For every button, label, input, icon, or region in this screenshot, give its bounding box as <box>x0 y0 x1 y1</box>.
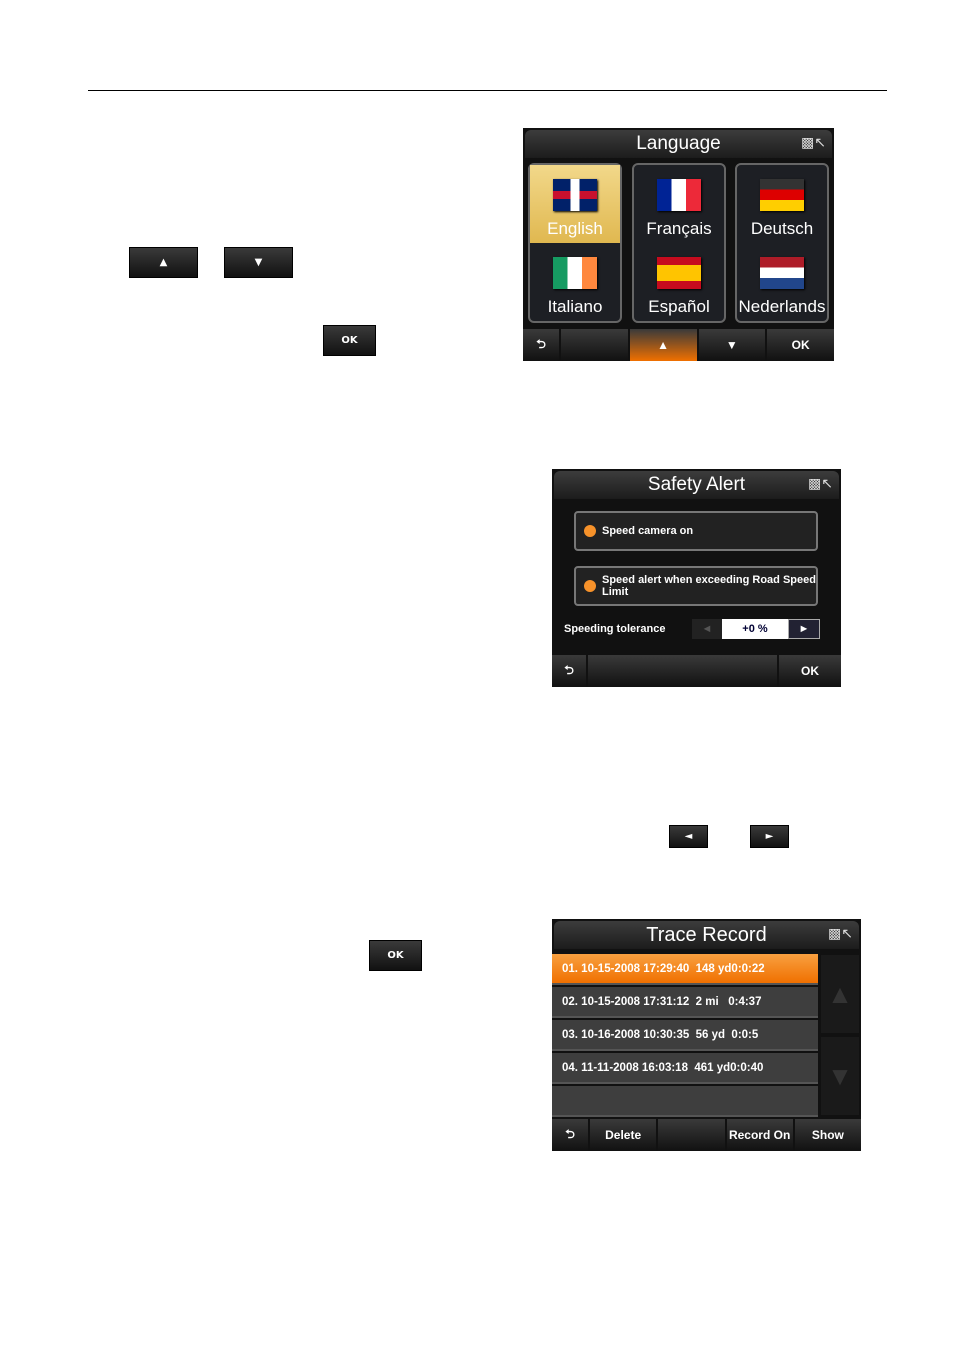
map-icon[interactable]: ▩↖ <box>808 475 833 492</box>
ok-button-icon: OK <box>323 325 376 356</box>
back-button[interactable]: ⮌ <box>552 1119 588 1151</box>
germany-flag-icon <box>760 179 804 211</box>
trace-row[interactable]: 02. 10-15-2008 17:31:12 2 mi 0:4:37 <box>552 987 818 1018</box>
spain-flag-icon <box>657 257 701 289</box>
language-italiano[interactable]: Italiano <box>530 243 620 321</box>
label: Speed alert when exceeding Road Speed Li… <box>602 574 816 598</box>
screen-title: Trace Record <box>554 921 859 949</box>
radio-icon <box>584 525 596 537</box>
label: Deutsch <box>750 219 814 238</box>
label: Speed camera on <box>602 525 694 537</box>
increase-button[interactable]: ► <box>788 619 820 639</box>
ok-button[interactable]: OK <box>779 655 841 687</box>
trace-row[interactable]: 03. 10-16-2008 10:30:35 56 yd 0:0:5 <box>552 1020 818 1051</box>
speed-alert-option[interactable]: Speed alert when exceeding Road Speed Li… <box>574 566 818 606</box>
map-icon[interactable]: ▩↖ <box>828 925 853 942</box>
left-button-icon: ◄ <box>669 825 708 848</box>
language-nederlands[interactable]: Nederlands <box>737 243 827 321</box>
ok-button-icon: OK <box>369 940 422 971</box>
safety-alert-screen: Safety Alert ▩↖ Speed camera on Speed al… <box>552 469 841 687</box>
up-button[interactable]: ▲ <box>629 329 697 361</box>
blank-button <box>588 655 777 687</box>
label: Español <box>648 297 710 316</box>
up-button-icon: ▲ <box>129 247 198 278</box>
language-francais[interactable]: Français <box>634 165 724 243</box>
decrease-button[interactable]: ◄ <box>692 619 722 639</box>
radio-icon <box>584 580 596 592</box>
language-english[interactable]: English <box>530 165 620 243</box>
scroll-up-button[interactable]: ▲ <box>821 955 859 1033</box>
screen-title: Language <box>525 130 832 158</box>
ok-button[interactable]: OK <box>767 329 834 361</box>
tolerance-stepper: ◄ +0 % ► <box>692 619 820 639</box>
screen-title: Safety Alert <box>554 471 839 499</box>
down-button-icon: ▼ <box>224 247 293 278</box>
back-button[interactable]: ⮌ <box>523 329 559 361</box>
label: Français <box>646 219 712 238</box>
netherlands-flag-icon <box>760 257 804 289</box>
trace-row[interactable]: 01. 10-15-2008 17:29:40 148 yd0:0:22 <box>552 954 818 985</box>
map-icon[interactable]: ▩↖ <box>801 134 826 151</box>
france-flag-icon <box>657 179 701 211</box>
show-button[interactable]: Show <box>794 1119 861 1151</box>
tolerance-value: +0 % <box>722 619 788 639</box>
language-column: English Italiano <box>528 163 622 323</box>
label: Nederlands <box>738 297 826 316</box>
language-espanol[interactable]: Español <box>634 243 724 321</box>
header-rule <box>88 90 887 91</box>
right-button-icon: ► <box>750 825 789 848</box>
ireland-flag-icon <box>553 257 597 289</box>
language-column: Français Español <box>632 163 726 323</box>
label: Italiano <box>547 297 603 316</box>
down-button[interactable]: ▼ <box>698 329 766 361</box>
language-deutsch[interactable]: Deutsch <box>737 165 827 243</box>
blank-button <box>561 329 628 361</box>
label: English <box>547 219 603 238</box>
speed-camera-option[interactable]: Speed camera on <box>574 511 818 551</box>
blank-button <box>658 1119 725 1151</box>
language-screen: Language ▩↖ English Italiano Français Es… <box>523 128 834 361</box>
back-button[interactable]: ⮌ <box>552 655 586 687</box>
uk-flag-icon <box>553 179 597 211</box>
empty-row <box>552 1086 818 1117</box>
tolerance-label: Speeding tolerance <box>564 623 666 635</box>
delete-button[interactable]: Delete <box>590 1119 657 1151</box>
scroll-down-button[interactable]: ▼ <box>821 1037 859 1115</box>
language-column: Deutsch Nederlands <box>735 163 829 323</box>
trace-record-screen: Trace Record ▩↖ 01. 10-15-2008 17:29:40 … <box>552 919 861 1151</box>
record-on-button[interactable]: Record On <box>726 1119 793 1151</box>
trace-row[interactable]: 04. 11-11-2008 16:03:18 461 yd0:0:40 <box>552 1053 818 1084</box>
